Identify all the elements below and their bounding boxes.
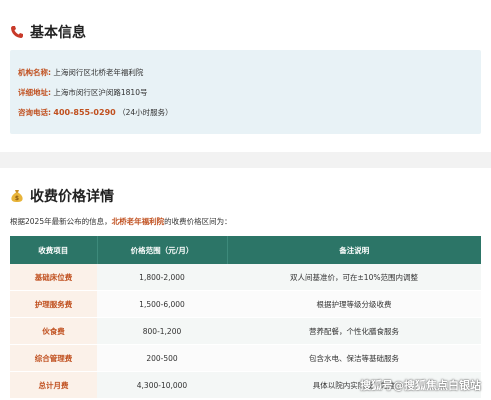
row-item: 综合管理费 <box>10 344 97 372</box>
row-item: 护理服务费 <box>10 290 97 318</box>
row-item: 总计月费 <box>10 371 97 399</box>
address-value: 上海市闵行区沪闵路1810号 <box>53 88 148 97</box>
row-note: 包含水电、保洁等基础服务 <box>227 344 481 372</box>
row-range: 1,800-2,000 <box>97 264 227 291</box>
row-item: 伙食费 <box>10 317 97 345</box>
institution-name-line: 机构名称: 上海闵行区北桥老年福利院 <box>18 67 143 78</box>
header-item: 收费项目 <box>10 236 98 264</box>
row-note: 根据护理等级分级收费 <box>227 290 481 318</box>
header-range: 价格范围（元/月） <box>97 236 228 264</box>
watermark: 搜狐号@搜狐焦点白银站 <box>360 379 481 392</box>
row-range: 200-500 <box>97 344 227 372</box>
row-range: 1,500-6,000 <box>97 290 227 318</box>
price-table: 收费项目 价格范围（元/月） 备注说明 基础床位费 1,800-2,000 双人… <box>10 236 481 399</box>
basic-info-title: 基本信息 <box>30 25 86 41</box>
row-range: 800-1,200 <box>97 317 227 345</box>
intro-text-after: 的收费价格区间为： <box>164 217 232 226</box>
price-title: 收费价格详情 <box>30 189 114 205</box>
table-row: 伙食费 800-1,200 营养配餐，个性化膳食服务 <box>10 317 481 345</box>
phone-icon <box>10 25 24 39</box>
price-heading: $ 收费价格详情 <box>10 186 114 206</box>
table-row: 基础床位费 1,800-2,000 双人间基准价，可在±10%范围内调整 <box>10 264 481 291</box>
intro-highlight[interactable]: 北桥老年福利院 <box>112 217 165 226</box>
row-item: 基础床位费 <box>10 264 97 291</box>
row-note: 营养配餐，个性化膳食服务 <box>227 317 481 345</box>
price-table-header: 收费项目 价格范围（元/月） 备注说明 <box>10 236 481 264</box>
money-bag-icon: $ <box>10 189 24 203</box>
address-line: 详细地址: 上海市闵行区沪闵路1810号 <box>18 87 147 98</box>
institution-name-label: 机构名称: <box>18 68 51 77</box>
row-note: 双人间基准价，可在±10%范围内调整 <box>227 264 481 291</box>
table-row: 综合管理费 200-500 包含水电、保洁等基础服务 <box>10 344 481 372</box>
phone-note: （24小时服务） <box>118 108 173 117</box>
basic-info-box: 机构名称: 上海闵行区北桥老年福利院 详细地址: 上海市闵行区沪闵路1810号 … <box>10 50 481 134</box>
row-range: 4,300-10,000 <box>97 371 227 399</box>
basic-info-heading: 基本信息 <box>10 22 86 42</box>
svg-text:$: $ <box>15 195 19 202</box>
intro-text-before: 根据2025年最新公布的信息， <box>10 217 112 226</box>
institution-name-value: 上海闵行区北桥老年福利院 <box>53 68 144 77</box>
header-note: 备注说明 <box>227 236 481 264</box>
phone-label: 咨询电话: <box>18 108 51 117</box>
phone-line: 咨询电话: 400-855-0290 （24小时服务） <box>18 107 173 118</box>
table-row: 护理服务费 1,500-6,000 根据护理等级分级收费 <box>10 290 481 318</box>
address-label: 详细地址: <box>18 88 51 97</box>
phone-number[interactable]: 400-855-0290 <box>53 108 115 117</box>
price-intro: 根据2025年最新公布的信息，北桥老年福利院的收费价格区间为： <box>10 216 232 227</box>
